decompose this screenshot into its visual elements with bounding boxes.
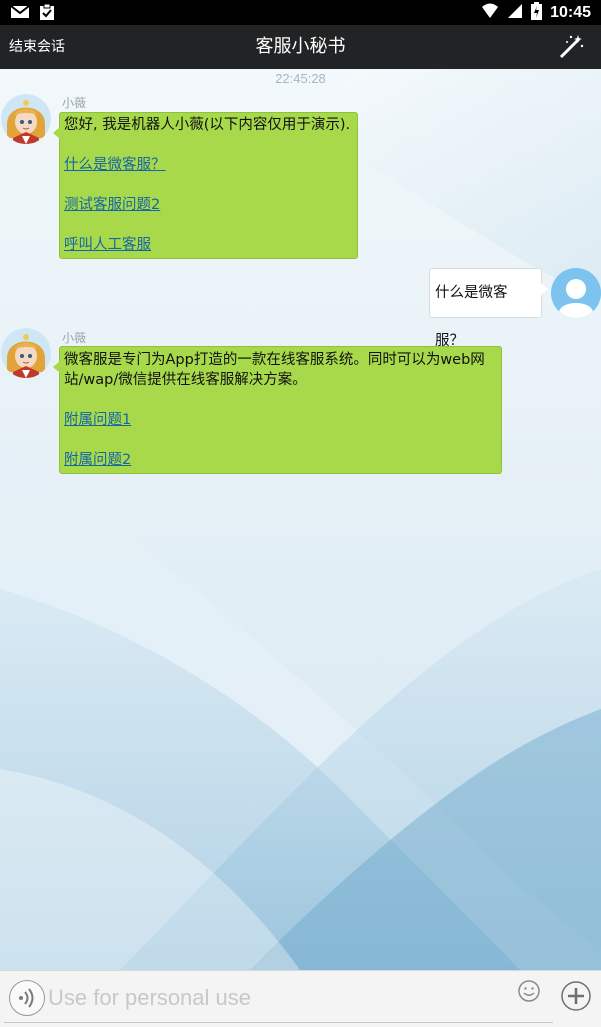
quick-link-related-1[interactable]: 附属问题1 — [64, 410, 497, 430]
plus-icon[interactable] — [560, 980, 592, 1012]
bot-message-bubble: 微客服是专门为App打造的一款在线客服系统。同时可以为web网 站/wap/微信… — [53, 346, 502, 474]
status-bar: 10:45 — [0, 0, 601, 25]
input-bar — [0, 970, 601, 1027]
quick-link-related-2[interactable]: 附属问题2 — [64, 450, 497, 470]
signal-icon — [507, 3, 523, 23]
user-message-bubble: 什么是微客服？ — [429, 268, 548, 349]
quick-link-what-is[interactable]: 什么是微客服？ — [64, 155, 353, 175]
input-underline — [4, 1022, 553, 1023]
title-bar: 结束会话 客服小秘书 — [0, 25, 601, 69]
sender-name: 小薇 — [62, 331, 87, 345]
chat-area[interactable]: 22:45:28 小薇 您好, 我是机器人小薇(以下内容仅用于演示). 什么是微… — [0, 69, 601, 970]
status-time: 10:45 — [550, 3, 591, 21]
bot-avatar[interactable] — [1, 328, 51, 378]
user-avatar[interactable] — [551, 268, 601, 318]
voice-icon[interactable] — [9, 980, 45, 1016]
message-input[interactable] — [48, 979, 548, 1017]
status-right-icons: 10:45 — [481, 0, 591, 25]
bot-message-bubble: 您好, 我是机器人小薇(以下内容仅用于演示). 什么是微客服？ 测试客服问题2 … — [53, 112, 358, 259]
page-title: 客服小秘书 — [255, 36, 346, 57]
gmail-icon — [10, 4, 30, 24]
wifi-icon — [481, 3, 499, 23]
bot-message-text-line1: 微客服是专门为App打造的一款在线客服系统。同时可以为web网 — [64, 352, 485, 368]
quick-link-test-question[interactable]: 测试客服问题2 — [64, 195, 353, 215]
bot-avatar[interactable] — [1, 94, 51, 144]
bot-message-text-line2: 站/wap/微信提供在线客服解决方案。 — [64, 372, 307, 388]
magic-wand-icon[interactable] — [557, 33, 585, 61]
status-left-icons — [10, 3, 56, 25]
clipboard-icon — [38, 3, 56, 25]
quick-link-call-agent[interactable]: 呼叫人工客服 — [64, 235, 353, 255]
battery-icon — [531, 1, 543, 24]
bot-message-text: 您好, 我是机器人小薇(以下内容仅用于演示). — [64, 117, 351, 133]
sender-name: 小薇 — [62, 96, 87, 110]
smiley-icon[interactable] — [517, 979, 541, 1003]
chat-timestamp: 22:45:28 — [275, 71, 326, 86]
